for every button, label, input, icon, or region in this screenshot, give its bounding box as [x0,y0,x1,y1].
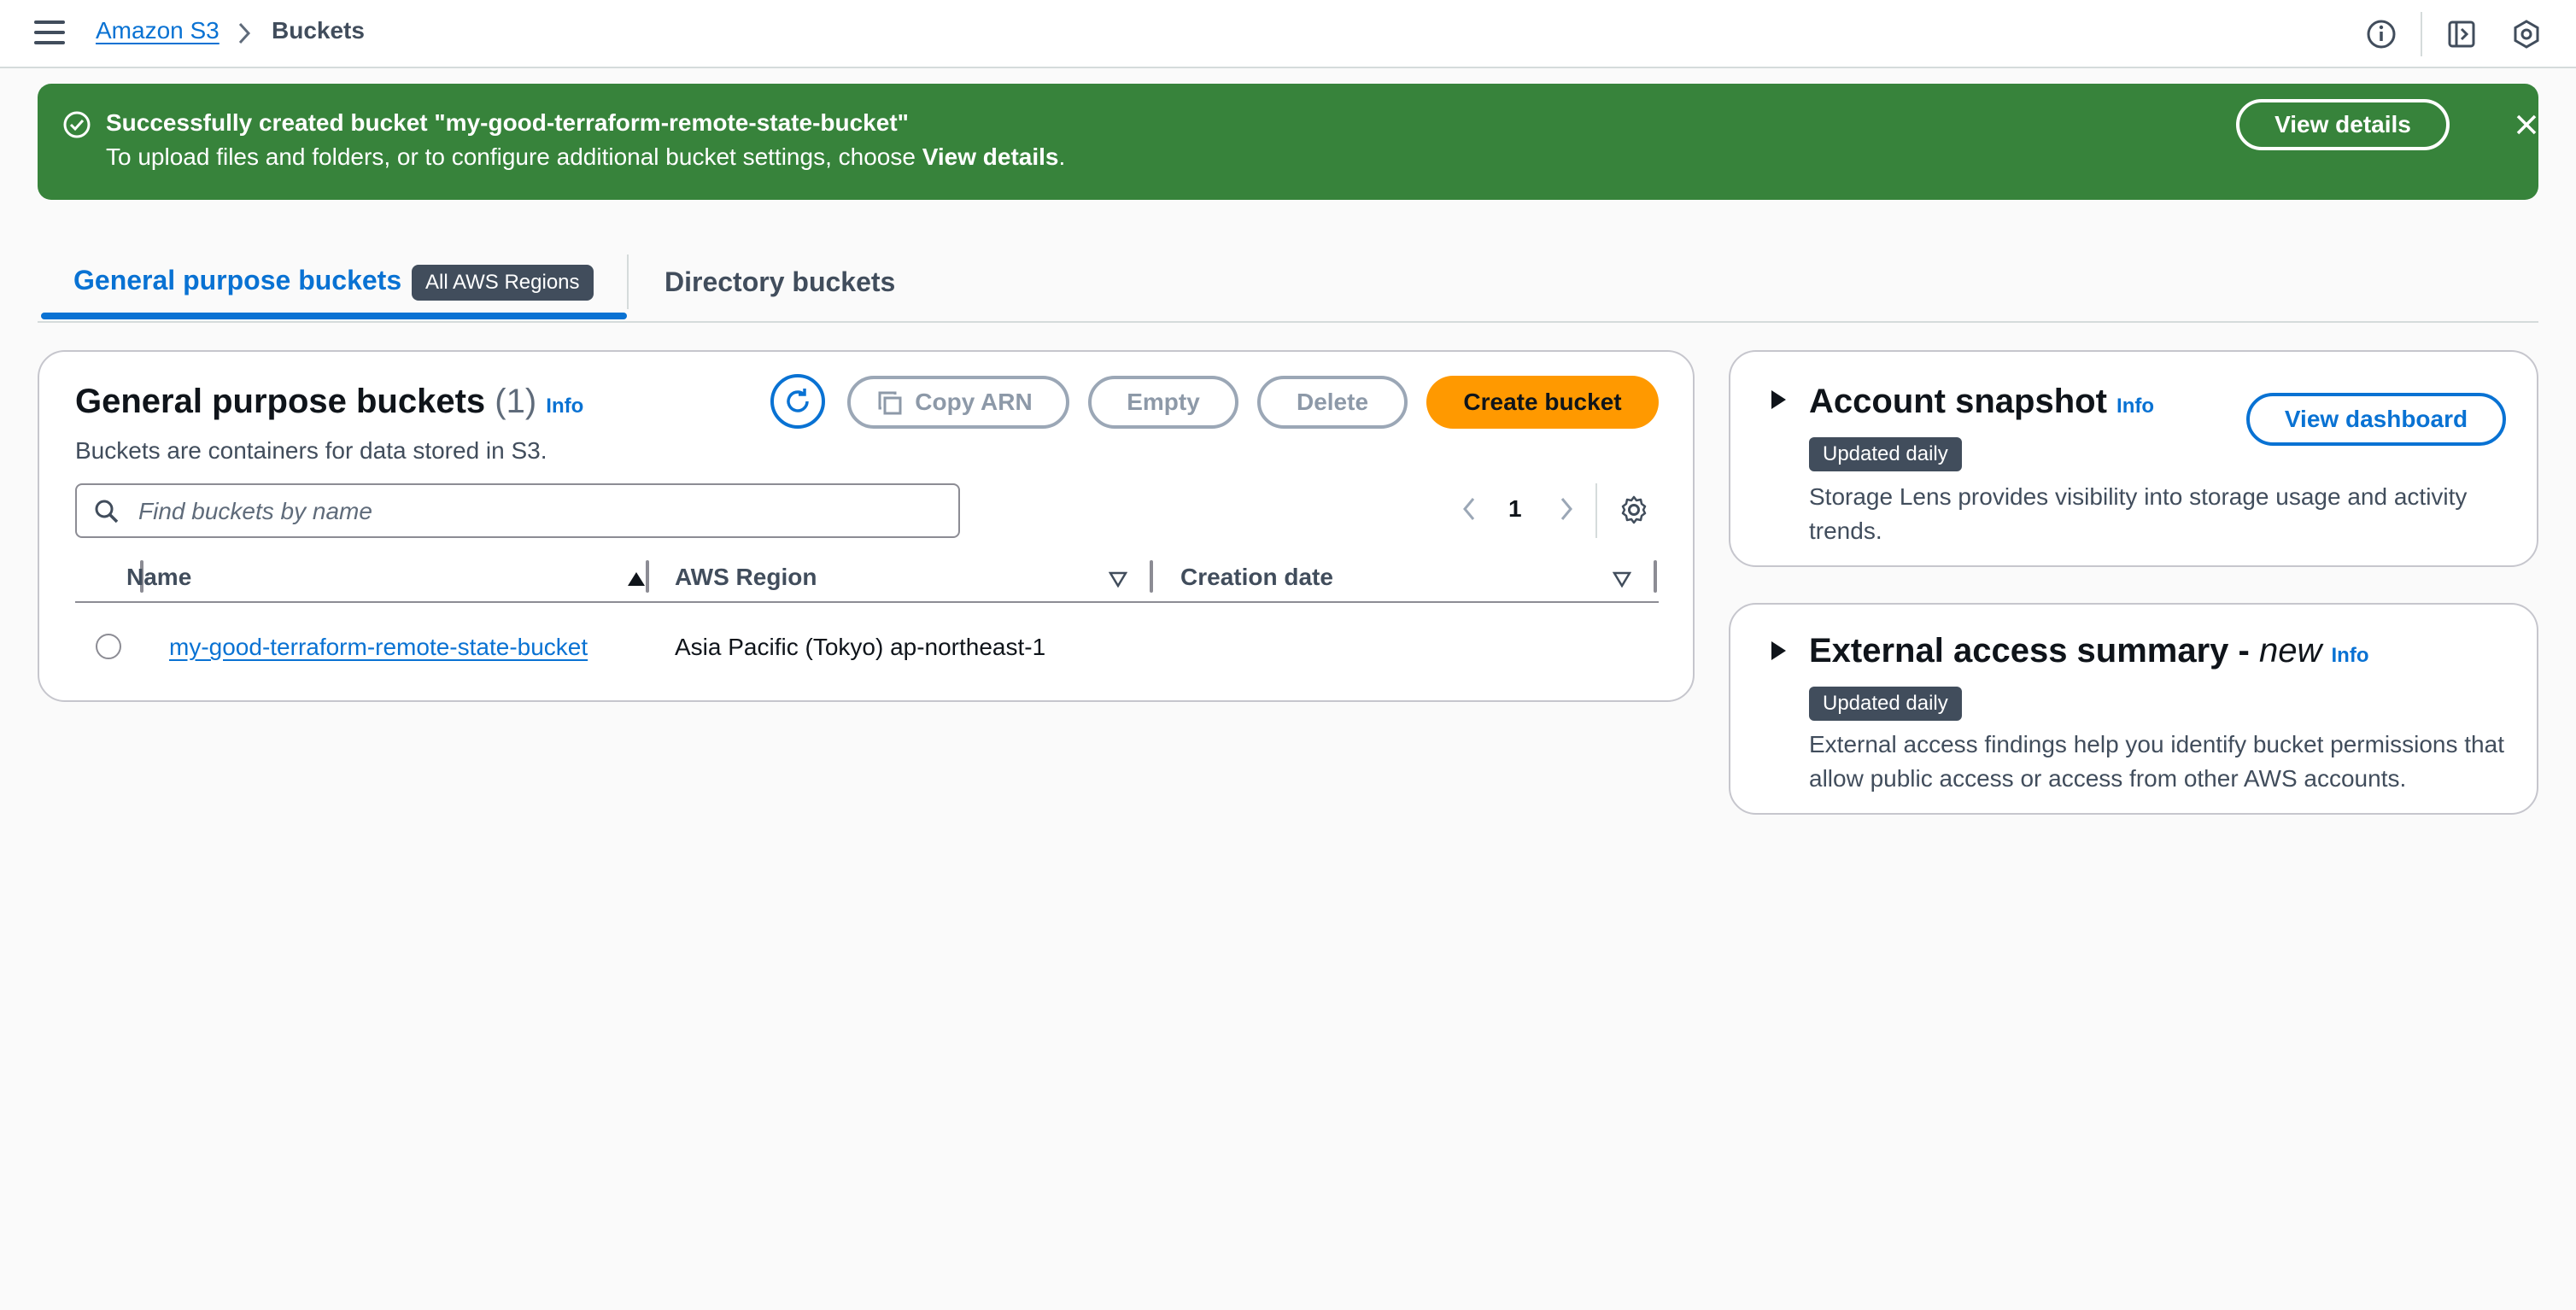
column-divider [1150,560,1153,593]
sort-ascending-icon[interactable] [627,570,646,588]
column-divider [646,560,649,593]
panel-title: General purpose buckets (1) Info [75,383,583,421]
delete-button[interactable]: Delete [1257,376,1408,429]
caret-right-icon[interactable] [1768,388,1789,412]
page-number[interactable]: 1 [1508,495,1522,523]
column-header-creation-date[interactable]: Creation date [1180,564,1333,591]
toolbar-divider [2421,12,2422,56]
breadcrumb-amazon-s3[interactable]: Amazon S3 [96,17,220,44]
bucket-region: Asia Pacific (Tokyo) ap-northeast-1 [675,634,1046,660]
chevron-left-icon[interactable] [1457,494,1481,524]
hexagon-settings-icon[interactable] [2511,19,2542,50]
flash-message-end: . [1058,143,1066,170]
refresh-icon [787,389,809,412]
account-snapshot-title: Account snapshot Info [1809,383,2154,421]
active-tab-indicator [41,313,627,319]
create-bucket-button[interactable]: Create bucket [1426,376,1659,429]
top-navigation-bar: Amazon S3 Buckets [0,0,2576,68]
copy-arn-button[interactable]: Copy ARN [847,376,1069,429]
flash-message: To upload files and folders, or to confi… [106,143,1065,171]
flash-title: Successfully created bucket "my-good-ter… [106,109,909,136]
breadcrumb-current: Buckets [272,17,365,44]
account-snapshot-text: Storage Lens provides visibility into st… [1809,483,2468,544]
tab-divider [627,254,629,309]
column-header-region[interactable]: AWS Region [675,564,817,591]
external-access-text: External access findings help you identi… [1809,731,2504,792]
search-input[interactable] [138,495,941,528]
sort-descending-icon[interactable] [1109,570,1127,588]
sort-descending-icon[interactable] [1613,570,1631,588]
updated-daily-badge: Updated daily [1809,437,1962,471]
buckets-panel: General purpose buckets (1) Info Buckets… [38,350,1695,702]
check-circle-icon [63,111,91,138]
chevron-right-icon[interactable] [1554,494,1578,524]
account-snapshot-title-text: Account snapshot [1809,383,2107,420]
all-regions-badge: All AWS Regions [412,265,594,301]
bucket-count: (1) [495,383,537,420]
panel-description: Buckets are containers for data stored i… [75,437,547,464]
external-access-title: External access summary - new Info [1809,632,2368,670]
side-panel-icon[interactable] [2446,19,2477,50]
row-select-radio[interactable] [96,634,121,659]
copy-arn-label: Copy ARN [915,389,1033,415]
search-box [75,483,960,538]
caret-right-icon[interactable] [1768,639,1789,663]
bucket-name-link[interactable]: my-good-terraform-remote-state-bucket [169,634,588,661]
new-label: new [2258,632,2322,670]
tab-directory-buckets[interactable]: Directory buckets [664,266,895,298]
info-link[interactable]: Info [546,395,583,418]
tab-general-purpose-buckets[interactable]: General purpose buckets [73,265,401,296]
flash-message-bold: View details [922,143,1059,170]
info-link[interactable]: Info [2332,644,2369,667]
gear-icon[interactable] [1618,494,1650,526]
column-divider [1654,560,1657,593]
view-dashboard-button[interactable]: View dashboard [2246,393,2506,446]
external-access-title-text: External access summary - [1809,632,2259,670]
menu-icon[interactable] [34,20,65,48]
tabs-baseline [38,321,2538,323]
chevron-right-icon [238,22,251,44]
copy-icon [878,391,902,415]
account-snapshot-card: Account snapshot Info Updated daily Stor… [1729,350,2538,567]
column-header-name[interactable]: Name [126,564,191,591]
info-link[interactable]: Info [2116,395,2154,418]
refresh-button[interactable] [770,374,825,429]
pager-divider [1595,483,1597,538]
panel-title-text: General purpose buckets [75,383,486,420]
success-flashbar: Successfully created bucket "my-good-ter… [38,84,2538,200]
flash-message-text: To upload files and folders, or to confi… [106,143,922,170]
search-icon [95,500,119,523]
table-header-line [75,601,1659,603]
view-details-button[interactable]: View details [2236,99,2450,150]
external-access-card: External access summary - new Info Updat… [1729,603,2538,815]
empty-button[interactable]: Empty [1088,376,1238,429]
info-icon[interactable] [2366,19,2397,50]
close-icon[interactable] [2511,109,2542,140]
updated-daily-badge: Updated daily [1809,687,1962,721]
